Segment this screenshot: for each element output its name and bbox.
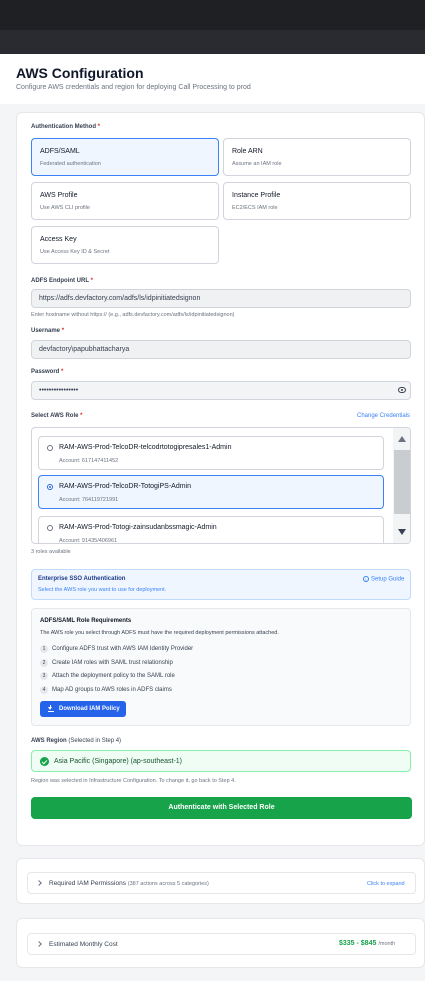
cost-accordion-title: Estimated Monthly Cost [49,941,118,948]
auth-option-desc: EC2/ECS IAM role [232,205,278,211]
requirement-step: 4 Map AD groups to AWS roles in ADFS clai… [40,686,172,694]
role-list-scrollbar[interactable] [393,428,410,543]
sso-info-box: Enterprise SSO Authentication Select the… [31,569,411,600]
auth-option-desc: Use Access Key ID & Secret [40,249,110,255]
username-input[interactable]: devfactory\papubhattacharya [31,340,411,359]
eye-icon[interactable] [398,387,406,393]
requirements-title: ADFS/SAML Role Requirements [40,618,132,624]
username-label: Username * [31,328,65,334]
info-icon: i [363,576,369,582]
role-name: RAM-AWS-Prod-TelcoDR-telcodrtotogipresal… [59,444,232,451]
role-option-selected[interactable]: RAM-AWS-Prod-TelcoDR-TotogiPS-Admin Acco… [38,475,384,509]
endpoint-input[interactable]: https://adfs.devfactory.com/adfs/ls/idpi… [31,289,411,308]
cost-value: $335 - $845 /month [339,940,396,947]
scrollbar-thumb[interactable] [394,450,410,514]
auth-option-instance-profile[interactable]: Instance Profile EC2/ECS IAM role [223,182,411,220]
page-title: AWS Configuration [16,65,144,81]
requirement-step: 1 Configure ADFS trust with AWS IAM Ident… [40,645,193,653]
requirements-box: ADFS/SAML Role Requirements The AWS role… [31,608,411,726]
auth-option-desc: Federated authentication [40,161,101,167]
region-value: Asia Pacific (Singapore) (ap-southeast-1… [54,758,183,765]
browser-topbar [0,0,425,30]
requirement-step: 3 Attach the deployment policy to the SAM… [40,672,175,680]
auth-method-label: Authentication Method * [31,124,101,130]
password-label: Password * [31,369,64,375]
auth-option-desc: Use AWS CLI profile [40,205,90,211]
requirement-step: 2 Create IAM roles with SAML trust relati… [40,659,173,667]
browser-toolbar [0,30,425,54]
requirements-desc: The AWS role you select through ADFS mus… [40,630,279,636]
auth-option-adfs[interactable]: ADFS/SAML Federated authentication [31,138,219,176]
role-account: Account: 91435/406961 [59,538,118,544]
radio-icon [47,484,53,490]
role-account: Account: 764119721991 [59,497,119,503]
auth-option-title: Instance Profile [232,192,281,199]
role-name: RAM-AWS-Prod-TelcoDR-TotogiPS-Admin [59,483,191,490]
scroll-up-icon[interactable] [398,436,406,442]
endpoint-label: ADFS Endpoint URL * [31,278,93,284]
radio-icon [47,525,53,531]
auth-option-access-key[interactable]: Access Key Use Access Key ID & Secret [31,226,219,264]
chevron-right-icon [36,880,42,886]
download-icon [48,705,54,712]
chevron-right-icon [36,941,42,947]
sso-title: Enterprise SSO Authentication [38,576,126,582]
region-label: AWS Region (Selected in Step 4) [31,738,122,744]
endpoint-hint: Enter hostname without https:// (e.g., a… [31,312,235,318]
auth-option-title: ADFS/SAML [40,148,80,155]
auth-option-aws-profile[interactable]: AWS Profile Use AWS CLI profile [31,182,219,220]
region-display: Asia Pacific (Singapore) (ap-southeast-1… [31,750,411,772]
role-count: 3 roles available [31,549,71,555]
setup-guide-link[interactable]: i Setup Guide [363,576,404,583]
monthly-cost-accordion[interactable]: Estimated Monthly Cost $335 - $845 /mont… [27,933,416,955]
auth-option-role-arn[interactable]: Role ARN Assume an IAM role [223,138,411,176]
auth-option-title: AWS Profile [40,192,78,199]
iam-permissions-accordion[interactable]: Required IAM Permissions (387 actions ac… [27,872,416,894]
authenticate-button[interactable]: Authenticate with Selected Role [31,797,412,819]
click-to-expand-link[interactable]: Click to expand [367,881,405,887]
role-option[interactable]: RAM-AWS-Prod-Totogi-zainsudanbssmagic-Ad… [38,516,384,544]
role-name: RAM-AWS-Prod-Totogi-zainsudanbssmagic-Ad… [59,524,217,531]
check-circle-icon [40,757,49,766]
page-subtitle: Configure AWS credentials and region for… [16,84,251,91]
role-account: Account: 617147411452 [59,458,119,464]
change-credentials-link[interactable]: Change Credentials [357,413,410,419]
iam-accordion-title: Required IAM Permissions (387 actions ac… [49,880,209,887]
sso-desc: Select the AWS role you want to use for … [38,587,167,593]
auth-option-title: Role ARN [232,148,263,155]
role-list: RAM-AWS-Prod-TelcoDR-telcodrtotogipresal… [31,427,411,544]
auth-option-title: Access Key [40,236,77,243]
scroll-down-icon[interactable] [398,529,406,535]
role-option[interactable]: RAM-AWS-Prod-TelcoDR-telcodrtotogipresal… [38,436,384,470]
password-input[interactable]: •••••••••••••••• [31,381,411,400]
radio-icon [47,445,53,451]
region-hint: Region was selected in Infrastructure Co… [31,778,236,784]
role-label: Select AWS Role * [31,413,83,419]
download-iam-policy-button[interactable]: Download IAM Policy [40,701,126,717]
auth-option-desc: Assume an IAM role [232,161,282,167]
